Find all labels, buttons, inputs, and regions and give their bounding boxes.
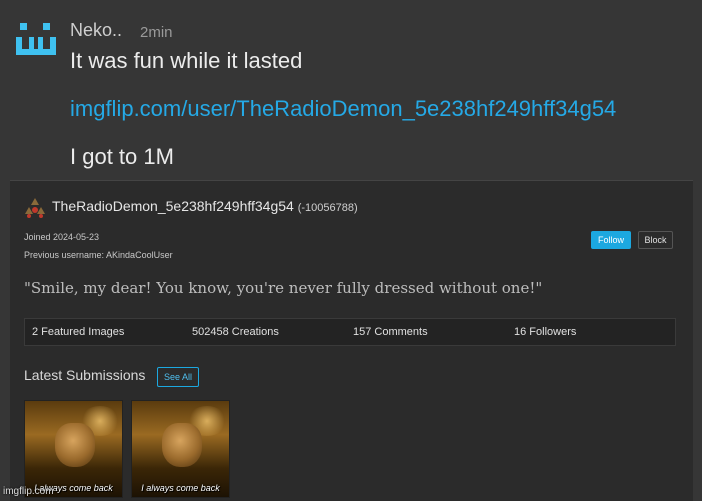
avatar-icon[interactable] — [16, 21, 56, 57]
comment-profile-link[interactable]: imgflip.com/user/TheRadioDemon_5e238hf24… — [70, 96, 616, 122]
profile-stats-bar: 2 Featured Images 502458 Creations 157 C… — [24, 318, 676, 346]
stat-creations[interactable]: 502458 Creations — [192, 326, 279, 338]
block-button[interactable]: Block — [638, 231, 673, 249]
image-figure — [162, 423, 202, 467]
submission-thumbnail[interactable]: I always come back — [131, 400, 230, 498]
profile-previous-username: Previous username: AKindaCoolUser — [24, 250, 173, 260]
user-rank-icon — [25, 198, 45, 218]
comment-text-line: It was fun while it lasted — [70, 48, 303, 73]
profile-screenshot: TheRadioDemon_5e238hf249hff34g54 (-10056… — [10, 180, 693, 501]
image-figure — [55, 423, 95, 467]
follow-button[interactable]: Follow — [591, 231, 631, 249]
see-all-button[interactable]: See All — [157, 367, 199, 387]
stat-comments[interactable]: 157 Comments — [353, 326, 428, 338]
stat-followers[interactable]: 16 Followers — [514, 326, 576, 338]
imgflip-watermark: imgflip.com — [3, 486, 54, 497]
comment-timestamp: 2min — [140, 24, 173, 41]
comment-text-line: I got to 1M — [70, 144, 174, 169]
latest-submissions-heading: Latest Submissions — [24, 367, 146, 383]
profile-joined-date: Joined 2024-05-23 — [24, 232, 100, 242]
profile-score: (-10056788) — [297, 202, 358, 214]
submission-thumbnail[interactable]: I always come back — [24, 400, 123, 498]
profile-bio-quote: "Smile, my dear! You know, you're never … — [24, 279, 543, 297]
comment-username[interactable]: Neko.. — [70, 20, 122, 41]
profile-username: TheRadioDemon_5e238hf249hff34g54 (-10056… — [52, 198, 358, 214]
thumbnail-caption: I always come back — [141, 483, 220, 493]
comment: Neko.. 2min It was fun while it lasted i… — [0, 0, 702, 178]
stat-featured-images[interactable]: 2 Featured Images — [32, 326, 124, 338]
profile-name-text: TheRadioDemon_5e238hf249hff34g54 — [52, 198, 294, 214]
